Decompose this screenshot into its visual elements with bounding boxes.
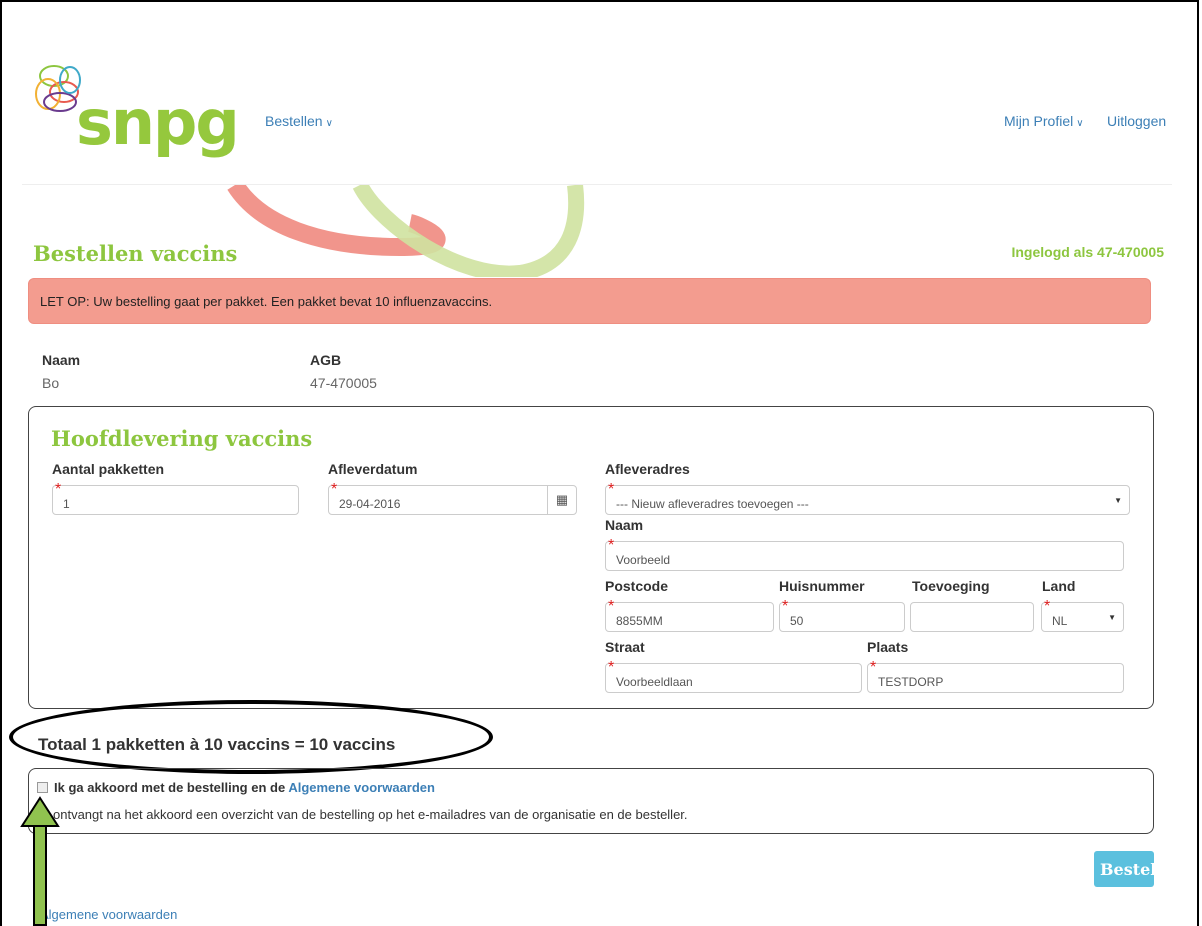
delivery-title: Hoofdlevering vaccins (51, 426, 313, 451)
address-select[interactable]: * --- Nieuw afleveradres toevoegen --- ▼ (605, 481, 1130, 515)
logo-text[interactable]: snpg (76, 92, 240, 154)
chevron-down-icon: ▼ (1108, 613, 1116, 622)
address-name-input[interactable]: * Voorbeeld (605, 537, 1124, 571)
alert-banner: LET OP: Uw bestelling gaat per pakket. E… (28, 278, 1151, 324)
housenumber-value: 50 (790, 614, 804, 628)
required-marker: * (782, 598, 789, 615)
address-value: --- Nieuw afleveradres toevoegen --- (616, 497, 809, 511)
chevron-down-icon: ▼ (1114, 496, 1122, 505)
required-marker: * (608, 481, 615, 498)
required-marker: * (1044, 598, 1051, 615)
nav-profile-menu[interactable]: Mijn Profiel ∨ (1004, 113, 1084, 129)
customer-name-label: Naam (42, 352, 81, 368)
alert-text: LET OP: Uw bestelling gaat per pakket. E… (40, 294, 493, 309)
terms-link[interactable]: Algemene voorwaarden (288, 780, 435, 795)
addition-input[interactable] (910, 602, 1034, 632)
address-name-label: Naam (605, 517, 644, 533)
annotation-arrow-head (20, 796, 60, 827)
address-name-value: Voorbeeld (616, 553, 671, 567)
highlight-ellipse (9, 700, 493, 774)
date-value: 29-04-2016 (339, 497, 401, 511)
street-label: Straat (605, 639, 645, 655)
agree-label: Ik ga akkoord met de bestelling en de Al… (54, 780, 435, 795)
housenumber-input[interactable]: * 50 (779, 598, 905, 632)
required-marker: * (608, 659, 615, 676)
country-label: Land (1042, 578, 1076, 594)
country-select[interactable]: * NL ▼ (1041, 598, 1124, 632)
street-value: Voorbeeldlaan (616, 675, 693, 689)
customer-name-value: Bo (42, 375, 60, 391)
calendar-icon[interactable]: ▦ (547, 486, 576, 514)
required-marker: * (608, 537, 615, 554)
postcode-value: 8855MM (616, 614, 663, 628)
customer-agb-value: 47-470005 (310, 375, 377, 391)
nav-order-menu[interactable]: Bestellen ∨ (265, 113, 333, 129)
required-marker: * (55, 481, 62, 498)
housenumber-label: Huisnummer (779, 578, 865, 594)
packages-input[interactable]: * 1 (52, 481, 299, 515)
agreement-panel (28, 768, 1154, 834)
postcode-label: Postcode (605, 578, 669, 594)
date-label: Afleverdatum (328, 461, 418, 477)
nav-profile-label: Mijn Profiel (1004, 113, 1074, 129)
required-marker: * (870, 659, 877, 676)
packages-label: Aantal pakketten (52, 461, 165, 477)
order-button[interactable]: Bestel (1094, 851, 1156, 887)
street-input[interactable]: * Voorbeeldlaan (605, 659, 862, 693)
chevron-down-icon: ∨ (325, 118, 333, 129)
postcode-input[interactable]: * 8855MM (605, 598, 774, 632)
customer-agb-label: AGB (310, 352, 342, 368)
annotation-arrow-shaft (33, 824, 47, 926)
country-value: NL (1052, 614, 1068, 628)
city-value: TESTDORP (878, 675, 944, 689)
agree-checkbox[interactable] (37, 782, 48, 793)
city-input[interactable]: * TESTDORP (867, 659, 1124, 693)
required-marker: * (331, 481, 338, 498)
address-label: Afleveradres (605, 461, 690, 477)
footer-terms-link[interactable]: Algemene voorwaarden (40, 907, 177, 922)
required-marker: * (608, 598, 615, 615)
agree-text: Ik ga akkoord met de bestelling en de (54, 780, 289, 795)
date-input[interactable]: * 29-04-2016 ▦ (328, 481, 577, 515)
logout-link[interactable]: Uitloggen (1107, 113, 1166, 129)
addition-label: Toevoeging (912, 578, 990, 594)
nav-order-label: Bestellen (265, 113, 323, 129)
agreement-note: U ontvangt na het akkoord een overzicht … (40, 807, 688, 822)
city-label: Plaats (867, 639, 909, 655)
packages-value: 1 (63, 497, 70, 511)
chevron-down-icon: ∨ (1076, 118, 1084, 129)
logged-in-status: Ingelogd als 47-470005 (1011, 244, 1164, 260)
page-title: Bestellen vaccins (33, 241, 238, 266)
